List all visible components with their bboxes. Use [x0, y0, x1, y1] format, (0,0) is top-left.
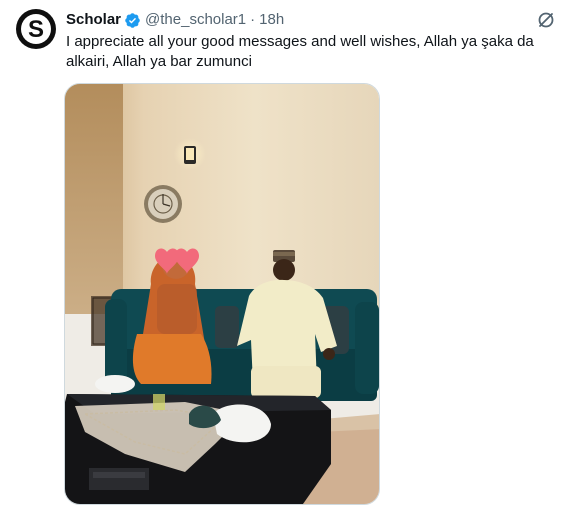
- tweet-header: Scholar @the_scholar1 · 18h: [66, 10, 284, 30]
- avatar-letter: S: [27, 15, 44, 43]
- photo-scene: [65, 84, 379, 504]
- tweet-photo[interactable]: [64, 83, 380, 505]
- tweet-timestamp[interactable]: 18h: [259, 10, 284, 30]
- tweet[interactable]: S Scholar @the_scholar1 · 18h I apprecia…: [0, 0, 564, 507]
- tweet-text: I appreciate all your good messages and …: [66, 33, 534, 70]
- grok-icon[interactable]: [536, 10, 556, 30]
- avatar-logo: S: [21, 14, 51, 44]
- author-handle[interactable]: @the_scholar1: [145, 10, 246, 30]
- verified-badge-icon: [125, 12, 140, 28]
- author-display-name[interactable]: Scholar: [66, 10, 121, 30]
- avatar[interactable]: S: [16, 9, 56, 49]
- separator-dot: ·: [250, 11, 256, 28]
